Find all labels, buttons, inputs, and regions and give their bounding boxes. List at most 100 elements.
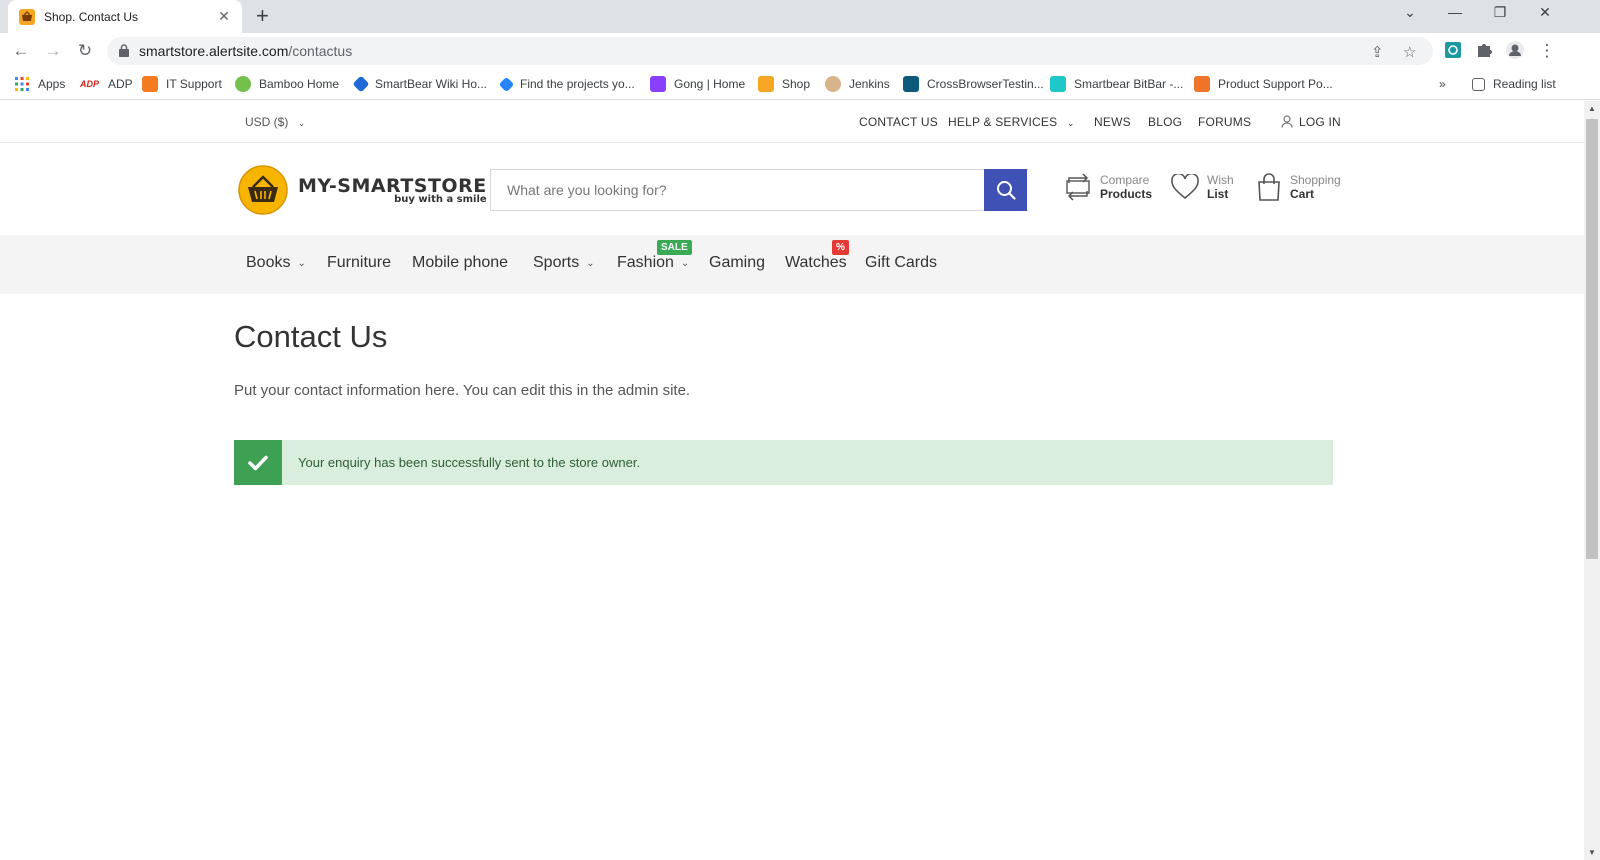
compare-label-bottom: Products: [1100, 187, 1153, 201]
scrollbar-thumb[interactable]: [1586, 119, 1598, 559]
contact-us-link[interactable]: CONTACT US: [859, 115, 938, 129]
wish-label-top: Wish: [1207, 173, 1234, 187]
help-services-menu[interactable]: HELP & SERVICES ⌄: [948, 115, 1075, 129]
minimize-icon[interactable]: —: [1445, 4, 1465, 20]
menu-gift-cards[interactable]: Gift Cards: [865, 254, 937, 272]
tab-title: Shop. Contact Us: [44, 9, 139, 24]
url-host: smartstore.alertsite.com: [139, 43, 289, 59]
bookmark-adp[interactable]: ADP ADP: [80, 74, 133, 94]
bookmark-apps[interactable]: Apps: [14, 74, 65, 94]
jira-diamond-icon: [498, 76, 515, 92]
it-support-icon: [142, 76, 158, 92]
bookmark-star-icon[interactable]: ☆: [1403, 43, 1416, 61]
bookmark-find-projects[interactable]: Find the projects yo...: [498, 74, 635, 94]
bookmarks-bar: Apps ADP ADP IT Support Bamboo Home Smar…: [0, 69, 1600, 100]
menu-label: Books: [246, 254, 291, 271]
menu-gaming[interactable]: Gaming: [709, 254, 765, 272]
bookmark-label: Apps: [38, 77, 66, 91]
close-window-icon[interactable]: ✕: [1535, 4, 1555, 21]
product-support-icon: [1194, 76, 1210, 92]
bookmark-label: SmartBear Wiki Ho...: [375, 77, 488, 91]
bookmark-label: ADP: [108, 77, 133, 91]
address-bar[interactable]: smartstore.alertsite.com/contactus ⇪ ☆: [107, 37, 1433, 65]
share-icon[interactable]: ⇪: [1371, 43, 1384, 61]
sale-badge: SALE: [657, 240, 692, 255]
bookmark-smartbear-wiki[interactable]: SmartBear Wiki Ho...: [352, 74, 488, 94]
store-logo[interactable]: MY-SMARTSTORE buy with a smile: [238, 165, 487, 215]
adp-icon: ADP: [80, 76, 100, 92]
tab-close-icon[interactable]: ✕: [216, 8, 232, 25]
shop-favicon-icon: [19, 8, 35, 25]
crossbrowsertesting-icon: [903, 76, 919, 92]
store-header: MY-SMARTSTORE buy with a smile Compare P…: [0, 143, 1584, 235]
restore-icon[interactable]: ❐: [1490, 4, 1510, 21]
reading-list-icon: [1472, 77, 1485, 91]
basket-logo-icon: [238, 165, 288, 215]
bookmarks-overflow-icon[interactable]: »: [1439, 74, 1446, 94]
wish-list-button[interactable]: Wish List: [1171, 173, 1234, 201]
bookmark-label: Product Support Po...: [1218, 77, 1333, 91]
forward-icon[interactable]: →: [42, 40, 64, 62]
reading-list-button[interactable]: Reading list: [1472, 74, 1556, 94]
chevron-down-icon: ⌄: [586, 257, 595, 269]
browser-menu-icon[interactable]: ⋮: [1536, 40, 1558, 62]
url-path: /contactus: [288, 43, 353, 59]
lock-icon: [119, 44, 129, 57]
currency-selector[interactable]: USD ($) ⌄: [245, 115, 305, 129]
news-link[interactable]: NEWS: [1094, 115, 1131, 129]
login-link[interactable]: LOG IN: [1281, 115, 1341, 129]
extension-teal-icon[interactable]: [1443, 40, 1463, 60]
chevron-down-icon: ⌄: [680, 257, 690, 269]
scroll-down-icon[interactable]: ▼: [1584, 848, 1600, 857]
menu-label: Fashion: [617, 254, 674, 271]
compare-products-button[interactable]: Compare Products: [1065, 173, 1152, 201]
menu-label: Watches: [785, 254, 847, 271]
bitbar-icon: [1050, 76, 1066, 92]
new-tab-button[interactable]: +: [256, 5, 269, 27]
profile-avatar-icon[interactable]: [1505, 40, 1525, 60]
bookmark-jenkins[interactable]: Jenkins: [825, 74, 890, 94]
search-input[interactable]: [491, 170, 1028, 210]
scroll-up-icon[interactable]: ▲: [1584, 104, 1600, 113]
menu-label: Sports: [533, 254, 580, 271]
menu-books[interactable]: Books ⌄: [246, 254, 306, 272]
shopping-cart-button[interactable]: Shopping Cart: [1257, 173, 1341, 201]
menu-watches[interactable]: Watches: [785, 254, 847, 272]
bookmark-label: Smartbear BitBar -...: [1074, 77, 1184, 91]
browser-tabbar: Shop. Contact Us ✕ + ⌄ — ❐ ✕: [0, 0, 1600, 33]
forums-link[interactable]: FORUMS: [1198, 115, 1251, 129]
discount-badge: %: [832, 240, 849, 255]
menu-fashion[interactable]: Fashion ⌄: [617, 254, 689, 272]
bookmark-label: Bamboo Home: [259, 77, 340, 91]
url-text: smartstore.alertsite.com/contactus: [139, 43, 352, 59]
bookmark-gong[interactable]: Gong | Home: [650, 74, 745, 94]
menu-sports[interactable]: Sports ⌄: [533, 254, 595, 272]
menu-label: Mobile phone: [412, 254, 509, 271]
compare-icon: [1066, 173, 1090, 201]
bookmark-crossbrowsertesting[interactable]: CrossBrowserTestin...: [903, 74, 1044, 94]
menu-furniture[interactable]: Furniture: [327, 254, 391, 272]
tab-search-icon[interactable]: ⌄: [1400, 4, 1420, 21]
cart-labels: Shopping Cart: [1290, 173, 1341, 201]
search-icon: [996, 181, 1016, 200]
search-button[interactable]: [984, 169, 1027, 211]
bookmark-it-support[interactable]: IT Support: [142, 74, 222, 94]
browser-tab-active[interactable]: Shop. Contact Us ✕: [8, 0, 242, 33]
apps-grid-icon: [15, 77, 29, 91]
extensions-puzzle-icon[interactable]: [1474, 40, 1494, 60]
back-icon[interactable]: ←: [10, 40, 32, 62]
bookmark-shop[interactable]: Shop: [758, 74, 810, 94]
bookmark-bitbar[interactable]: Smartbear BitBar -...: [1050, 74, 1183, 94]
checkmark-icon: [248, 455, 268, 470]
bookmark-product-support[interactable]: Product Support Po...: [1194, 74, 1333, 94]
reload-icon[interactable]: ↻: [74, 40, 96, 62]
menu-mobile-phone[interactable]: Mobile phone: [412, 254, 508, 272]
confluence-icon: [352, 75, 370, 93]
gong-icon: [650, 76, 666, 92]
page-scrollbar[interactable]: ▲ ▼: [1584, 101, 1600, 860]
success-alert: Your enquiry has been successfully sent …: [234, 440, 1333, 485]
bookmark-bamboo[interactable]: Bamboo Home: [235, 74, 339, 94]
blog-link[interactable]: BLOG: [1148, 115, 1182, 129]
bamboo-icon: [235, 76, 251, 92]
bookmark-label: Shop: [782, 77, 811, 91]
